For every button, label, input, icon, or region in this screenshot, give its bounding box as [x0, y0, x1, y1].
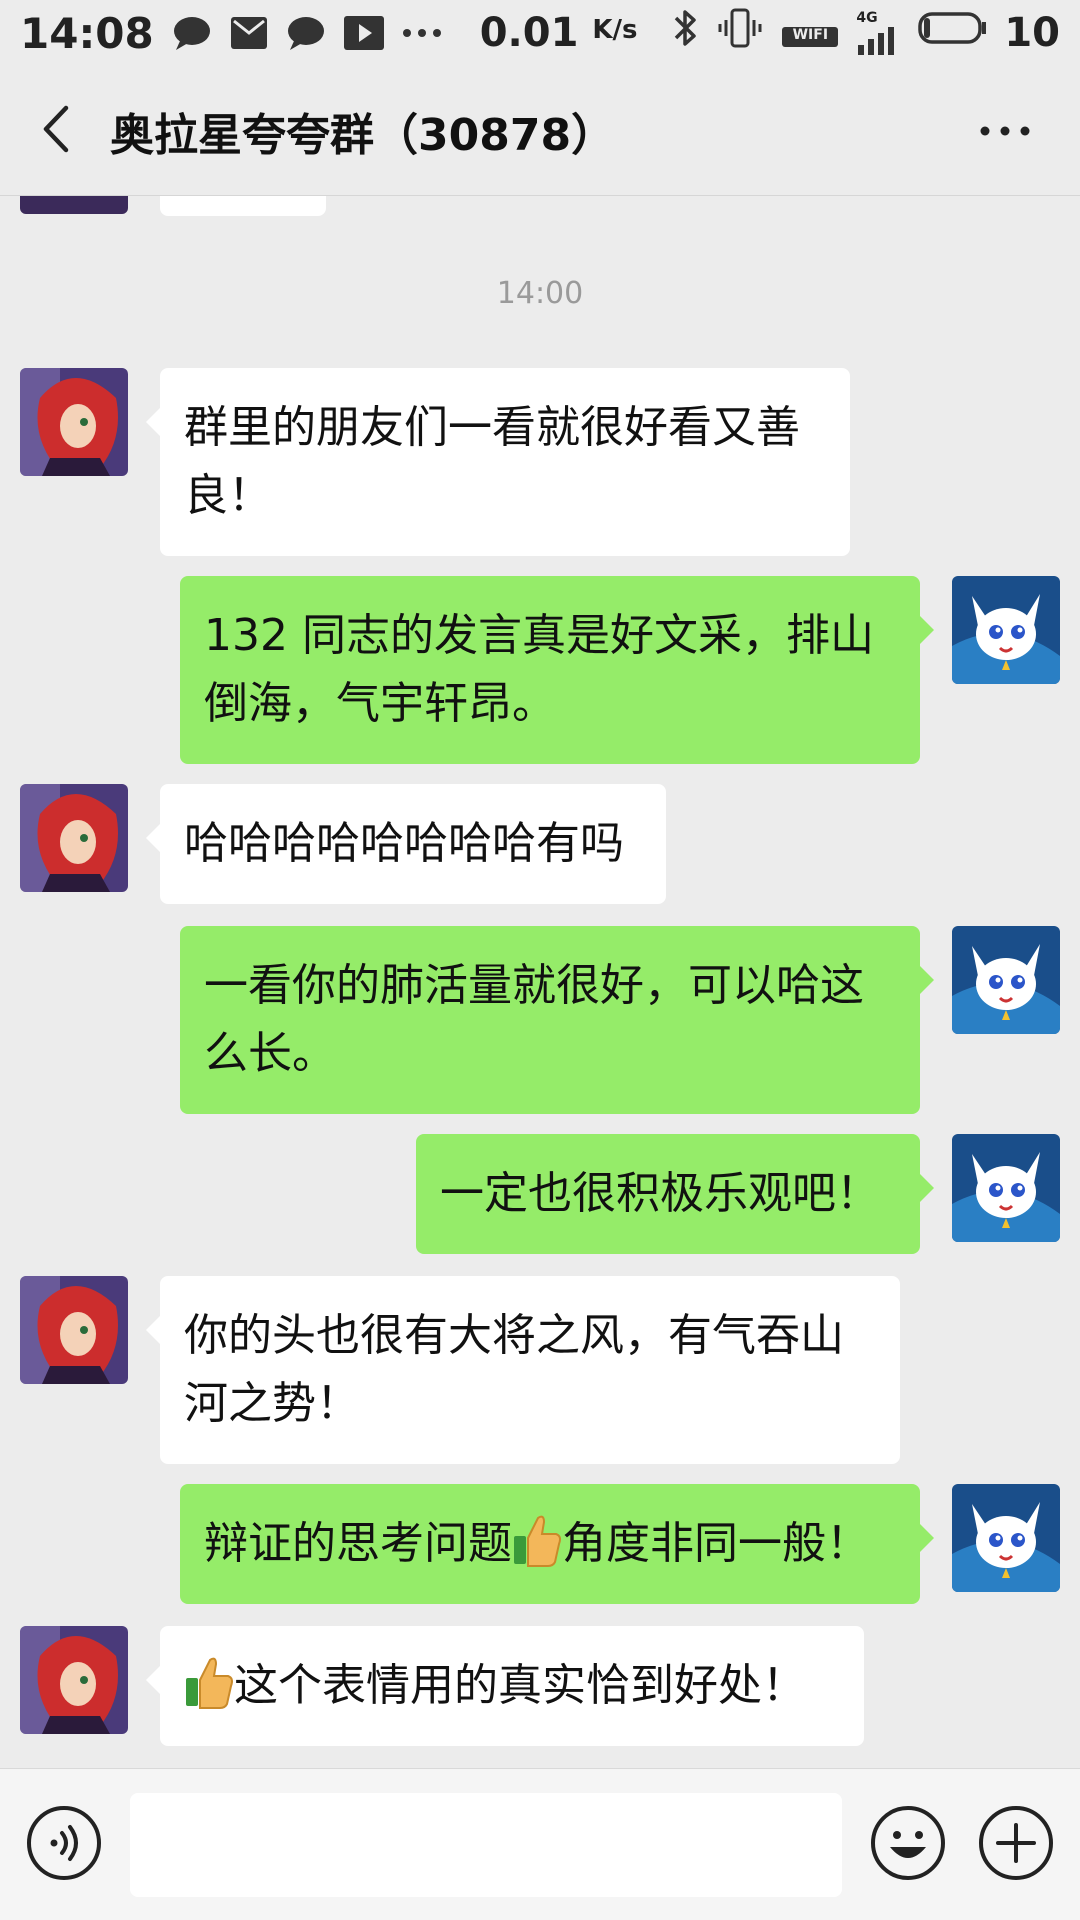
message-bubble[interactable]: 一看你的肺活量就很好，可以哈这么长。 — [180, 926, 934, 1114]
message-text: 一看你的肺活量就很好，可以哈这么长。 — [204, 960, 864, 1079]
bluetooth-icon — [672, 8, 700, 58]
back-arrow-icon — [40, 104, 70, 158]
message-text: 哈哈哈哈哈哈哈哈有吗 — [184, 818, 624, 869]
chat-bubble-icon — [286, 15, 326, 51]
mail-icon — [230, 15, 268, 51]
plus-icon — [978, 1806, 1054, 1885]
status-bar: 14:08 0.01 K/s WIFI 4G 10 — [0, 0, 1080, 66]
message-text: 这个表情用的真实恰到好处！ — [234, 1660, 806, 1711]
message-text: 群里的朋友们一看就很好看又善良！ — [184, 402, 800, 521]
voice-button[interactable] — [26, 1805, 102, 1881]
voice-icon — [26, 1806, 102, 1885]
message-timestamp: 14:00 — [496, 276, 584, 311]
signal-icon: 4G — [856, 11, 902, 55]
message-bubble[interactable]: 一定也很积极乐观吧！ — [416, 1134, 934, 1254]
message-bubble[interactable]: 辩证的思考问题 角度非同一般！ — [180, 1484, 934, 1604]
message-bubble[interactable] — [160, 196, 326, 216]
plus-button[interactable] — [978, 1805, 1054, 1881]
avatar[interactable] — [20, 784, 128, 892]
message-bubble[interactable]: 群里的朋友们一看就很好看又善良！ — [146, 368, 850, 556]
chat-header: 奥拉星夸夸群（30878） — [0, 66, 1080, 196]
status-time: 14:08 — [20, 8, 154, 58]
battery-icon — [918, 10, 988, 56]
avatar[interactable] — [20, 1276, 128, 1384]
chat-title: 奥拉星夸夸群（30878） — [110, 109, 616, 161]
message-bubble[interactable]: 132 同志的发言真是好文采，排山倒海，气宇轩昂。 — [180, 576, 934, 764]
message-text: 辩证的思考问题 — [204, 1518, 512, 1569]
message-input[interactable] — [130, 1793, 842, 1897]
avatar[interactable] — [952, 926, 1060, 1034]
message-text: 一定也很积极乐观吧！ — [440, 1168, 880, 1219]
wifi-icon: WIFI — [780, 23, 840, 47]
avatar[interactable] — [20, 368, 128, 476]
avatar[interactable] — [952, 1484, 1060, 1592]
emoji-button[interactable] — [870, 1805, 946, 1881]
message-bubble[interactable]: 哈哈哈哈哈哈哈哈有吗 — [146, 784, 666, 904]
avatar[interactable] — [20, 196, 128, 214]
message-bubble[interactable]: 这个表情用的真实恰到好处！ — [146, 1626, 864, 1746]
message-text: 角度非同一般！ — [562, 1518, 870, 1569]
thumbs-up-emoji — [184, 1654, 234, 1710]
back-button[interactable] — [10, 66, 100, 195]
chat-bubble-icon — [172, 15, 212, 51]
battery-percent: 10 — [1004, 10, 1060, 56]
message-text: 132 同志的发言真是好文采，排山倒海，气宇轩昂。 — [204, 610, 874, 729]
network-speed: 0.01 K/s — [479, 10, 638, 56]
input-bar — [0, 1768, 1080, 1920]
more-dots-icon — [402, 28, 442, 38]
avatar[interactable] — [952, 576, 1060, 684]
avatar[interactable] — [952, 1134, 1060, 1242]
play-icon — [343, 16, 384, 50]
chat-area[interactable]: 14:00 群里的朋友们一看就很好看又善良！ 132 同志的发言真是好文采，排山… — [0, 196, 1080, 1768]
vibrate-icon — [716, 8, 764, 58]
thumbs-up-emoji — [512, 1512, 562, 1568]
emoji-icon — [870, 1806, 946, 1885]
more-button[interactable] — [970, 101, 1040, 161]
message-bubble[interactable]: 你的头也很有大将之风，有气吞山河之势！ — [146, 1276, 900, 1464]
message-text: 你的头也很有大将之风，有气吞山河之势！ — [184, 1310, 844, 1429]
more-icon — [980, 121, 1030, 140]
avatar[interactable] — [20, 1626, 128, 1734]
